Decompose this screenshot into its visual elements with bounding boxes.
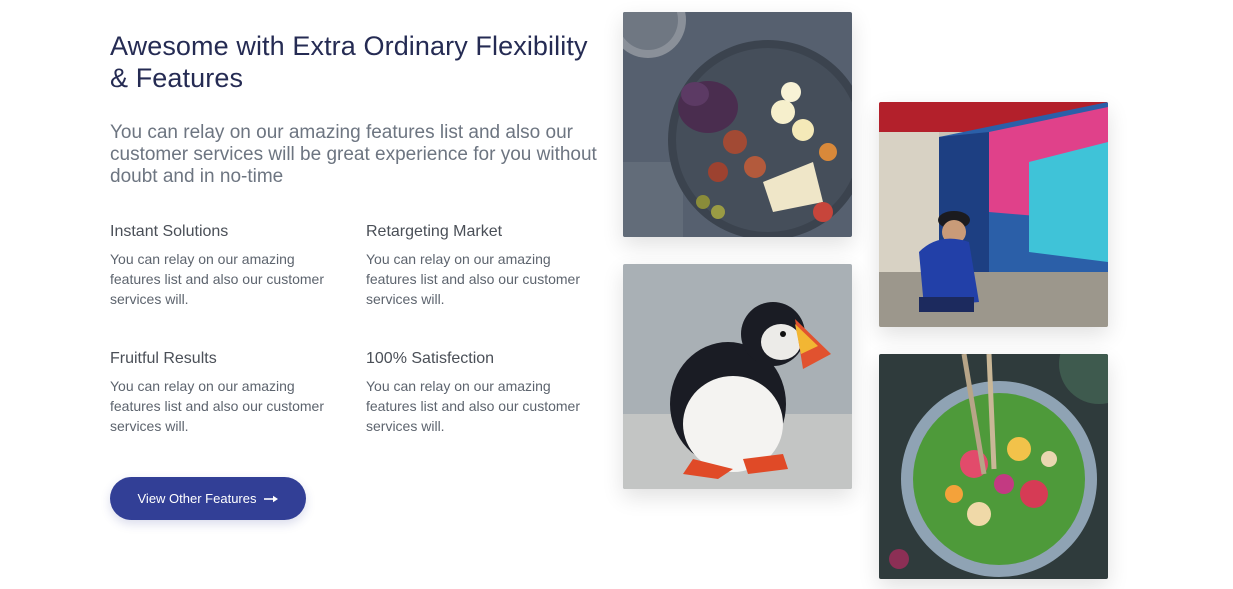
features-content: Awesome with Extra Ordinary Flexibility … [110,30,600,436]
feature-item-fruitful-results: Fruitful Results You can relay on our am… [110,349,366,436]
puffin-photo [623,264,852,489]
feature-description: You can relay on our amazing features li… [110,251,324,307]
view-other-features-button[interactable]: View Other Features [110,477,306,520]
feature-description: You can relay on our amazing features li… [366,251,580,307]
feature-title: Fruitful Results [110,350,217,367]
view-other-features-label: View Other Features [137,491,257,506]
feature-title: 100% Satisfection [366,350,495,367]
street-mural-child-photo [879,102,1108,327]
feature-item-satisfaction: 100% Satisfection You can relay on our a… [366,349,598,436]
feature-title: Instant Solutions [110,223,229,240]
section-heading: Awesome with Extra Ordinary Flexibility … [110,31,588,93]
feature-description: You can relay on our amazing features li… [110,378,324,434]
feature-title: Retargeting Market [366,223,503,240]
features-section: Awesome with Extra Ordinary Flexibility … [0,0,1233,589]
features-grid: Instant Solutions You can relay on our a… [110,222,600,436]
food-platter-photo [623,12,852,237]
arrow-right-icon [264,495,279,502]
feature-item-retargeting-market: Retargeting Market You can relay on our … [366,222,598,309]
feature-item-instant-solutions: Instant Solutions You can relay on our a… [110,222,366,309]
section-lead: You can relay on our amazing features li… [110,122,597,187]
salad-bowl-photo [879,354,1108,579]
feature-description: You can relay on our amazing features li… [366,378,580,434]
